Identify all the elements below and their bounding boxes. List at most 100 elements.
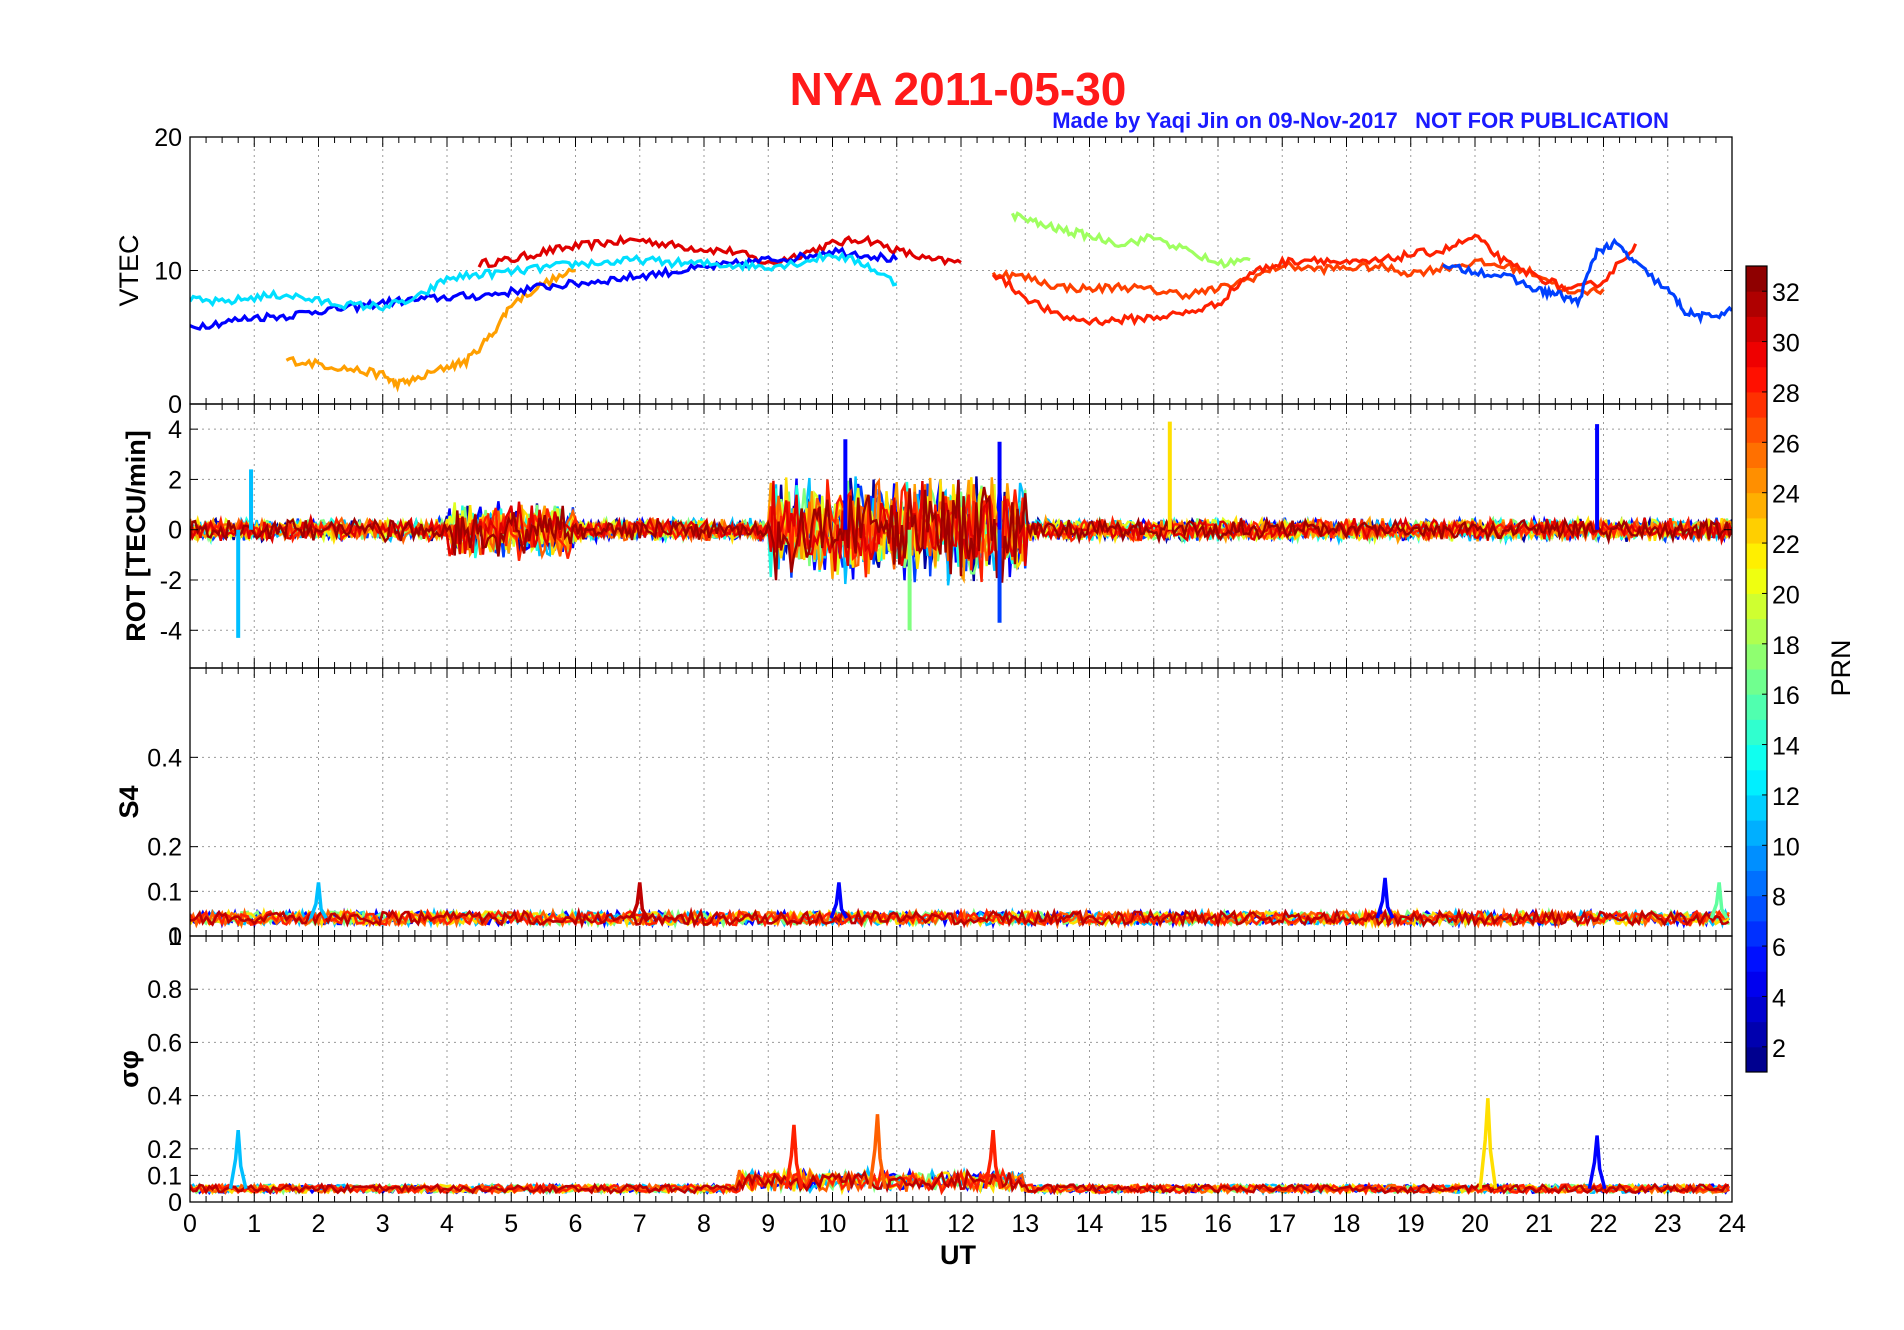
- colorbar-segment: [1746, 719, 1767, 746]
- x-tick-label: 12: [947, 1210, 975, 1238]
- x-tick-label: 17: [1268, 1210, 1296, 1238]
- x-tick-label: 21: [1525, 1210, 1553, 1238]
- vtec-series-prn-12: [190, 250, 898, 312]
- colorbar-segment: [1746, 870, 1767, 897]
- colorbar-tick-label: 28: [1772, 380, 1800, 408]
- colorbar-segment: [1746, 266, 1767, 292]
- y-tick-label: 0.2: [147, 1136, 182, 1164]
- colorbar-tick-label: 18: [1772, 632, 1800, 660]
- colorbar-tick-label: 30: [1772, 330, 1800, 358]
- colorbar-segment: [1746, 316, 1767, 343]
- y-tick-label: -4: [160, 617, 182, 645]
- colorbar-segment: [1746, 744, 1767, 771]
- colorbar-tick-label: 10: [1772, 833, 1800, 861]
- x-tick-label: 20: [1461, 1210, 1489, 1238]
- x-tick-label: 14: [1076, 1210, 1104, 1238]
- colorbar-segment: [1746, 366, 1767, 393]
- colorbar-segment: [1746, 694, 1767, 720]
- colorbar-segment: [1746, 794, 1767, 821]
- colorbar-segment: [1746, 920, 1767, 947]
- y-tick-label: 4: [168, 416, 182, 444]
- figure-canvas: NYA 2011-05-30 Made by Yaqi Jin on 09-No…: [114, 63, 1856, 1270]
- credit-text: Made by Yaqi Jin on 09-Nov-2017: [1052, 108, 1398, 133]
- colorbar: 2468101214161820222426283032PRN: [1745, 265, 1856, 1073]
- colorbar-tick-label: 16: [1772, 682, 1800, 710]
- x-tick-label: 6: [569, 1210, 583, 1238]
- colorbar-segment: [1746, 492, 1767, 519]
- colorbar-segment: [1746, 391, 1767, 418]
- colorbar-segment: [1746, 442, 1767, 468]
- sigma_phi-peak: [228, 1130, 248, 1190]
- x-tick-label: 1: [247, 1210, 261, 1238]
- x-tick-label: 0: [183, 1210, 197, 1238]
- colorbar-tick-label: 12: [1772, 783, 1800, 811]
- x-tick-label: 2: [312, 1210, 326, 1238]
- colorbar-label: PRN: [1826, 639, 1856, 696]
- x-tick-label: 19: [1397, 1210, 1425, 1238]
- x-tick-label: 11: [884, 1210, 910, 1238]
- colorbar-segment: [1746, 996, 1767, 1023]
- colorbar-tick-label: 20: [1772, 581, 1800, 609]
- s4-peak: [309, 882, 328, 920]
- y-axis-label: S4: [114, 785, 144, 818]
- panel-sigma_phi: 00.10.2 0.4 0.6 0.8 1 σφ: [114, 923, 1733, 1217]
- x-tick-label: 22: [1590, 1210, 1618, 1238]
- colorbar-segment: [1746, 820, 1767, 846]
- x-tick-label: 18: [1333, 1210, 1361, 1238]
- y-axis-label: ROT [TECU/min]: [121, 430, 151, 641]
- colorbar-segment: [1746, 1021, 1767, 1048]
- x-tick-label: 7: [633, 1210, 647, 1238]
- x-tick-label: 10: [819, 1210, 847, 1238]
- x-axis-label: UT: [940, 1240, 976, 1270]
- y-tick-label: 0.1: [147, 1162, 182, 1190]
- y-tick-label: 0.1: [147, 878, 182, 906]
- x-tick-label: 15: [1140, 1210, 1168, 1238]
- y-tick-label: 0: [168, 391, 182, 419]
- colorbar-tick-label: 26: [1772, 430, 1800, 458]
- colorbar-tick-label: 4: [1772, 984, 1786, 1012]
- sigma_phi-peak: [1587, 1135, 1607, 1190]
- colorbar-segment: [1746, 618, 1767, 645]
- y-tick-label: 10: [154, 258, 182, 286]
- x-tick-label: 9: [761, 1210, 775, 1238]
- colorbar-segment: [1746, 769, 1767, 796]
- sigma_phi-peak: [868, 1114, 887, 1189]
- colorbar-segment: [1746, 568, 1767, 594]
- y-tick-label: 0.6: [147, 1029, 182, 1057]
- x-tick-label: 5: [504, 1210, 518, 1238]
- colorbar-segment: [1746, 845, 1767, 871]
- y-tick-label: 2: [168, 466, 182, 494]
- colorbar-segment: [1746, 946, 1767, 972]
- x-axis: 0 1 2 3 4 5 6 7 8 9 10 11 12 13 14 15 16 17 18 19 20 21 22 23 24…: [183, 1210, 1746, 1270]
- y-tick-label: 1: [168, 923, 182, 951]
- y-tick-label: 0: [168, 517, 182, 545]
- colorbar-segment: [1746, 1046, 1767, 1073]
- x-tick-label: 3: [376, 1210, 390, 1238]
- panel-rot: -4 -2 0 2 4 ROT [TECU/min]: [121, 403, 1733, 669]
- colorbar-segment: [1746, 971, 1767, 997]
- y-tick-label: 0: [168, 1189, 182, 1217]
- x-tick-label: 13: [1011, 1210, 1039, 1238]
- colorbar-segment: [1746, 543, 1767, 569]
- colorbar-segment: [1746, 669, 1767, 695]
- y-tick-label: 0.8: [147, 976, 182, 1004]
- colorbar-tick-label: 22: [1772, 531, 1800, 559]
- colorbar-segment: [1746, 341, 1767, 368]
- x-tick-label: 23: [1654, 1210, 1682, 1238]
- y-axis-label: VTEC: [114, 234, 144, 306]
- vtec-series-prn-18: [1010, 211, 1251, 269]
- colorbar-segment: [1746, 467, 1767, 494]
- colorbar-segment: [1746, 291, 1767, 317]
- panels: 01020VTEC-4-2024ROT [TECU/min]00.10.20.4…: [114, 124, 1746, 1270]
- colorbar-tick-label: 8: [1772, 884, 1786, 912]
- colorbar-segment: [1746, 895, 1767, 922]
- y-tick-label: 20: [154, 124, 182, 152]
- y-tick-label: 0.4: [147, 744, 182, 772]
- series-group: [190, 421, 1732, 638]
- colorbar-tick-label: 2: [1772, 1035, 1786, 1063]
- panel-vtec: 0 10 20 VTEC: [114, 124, 1733, 419]
- x-tick-label: 16: [1204, 1210, 1232, 1238]
- y-axis-label: σφ: [114, 1050, 144, 1088]
- y-tick-label: -2: [160, 567, 182, 595]
- colorbar-tick-label: 32: [1772, 279, 1800, 307]
